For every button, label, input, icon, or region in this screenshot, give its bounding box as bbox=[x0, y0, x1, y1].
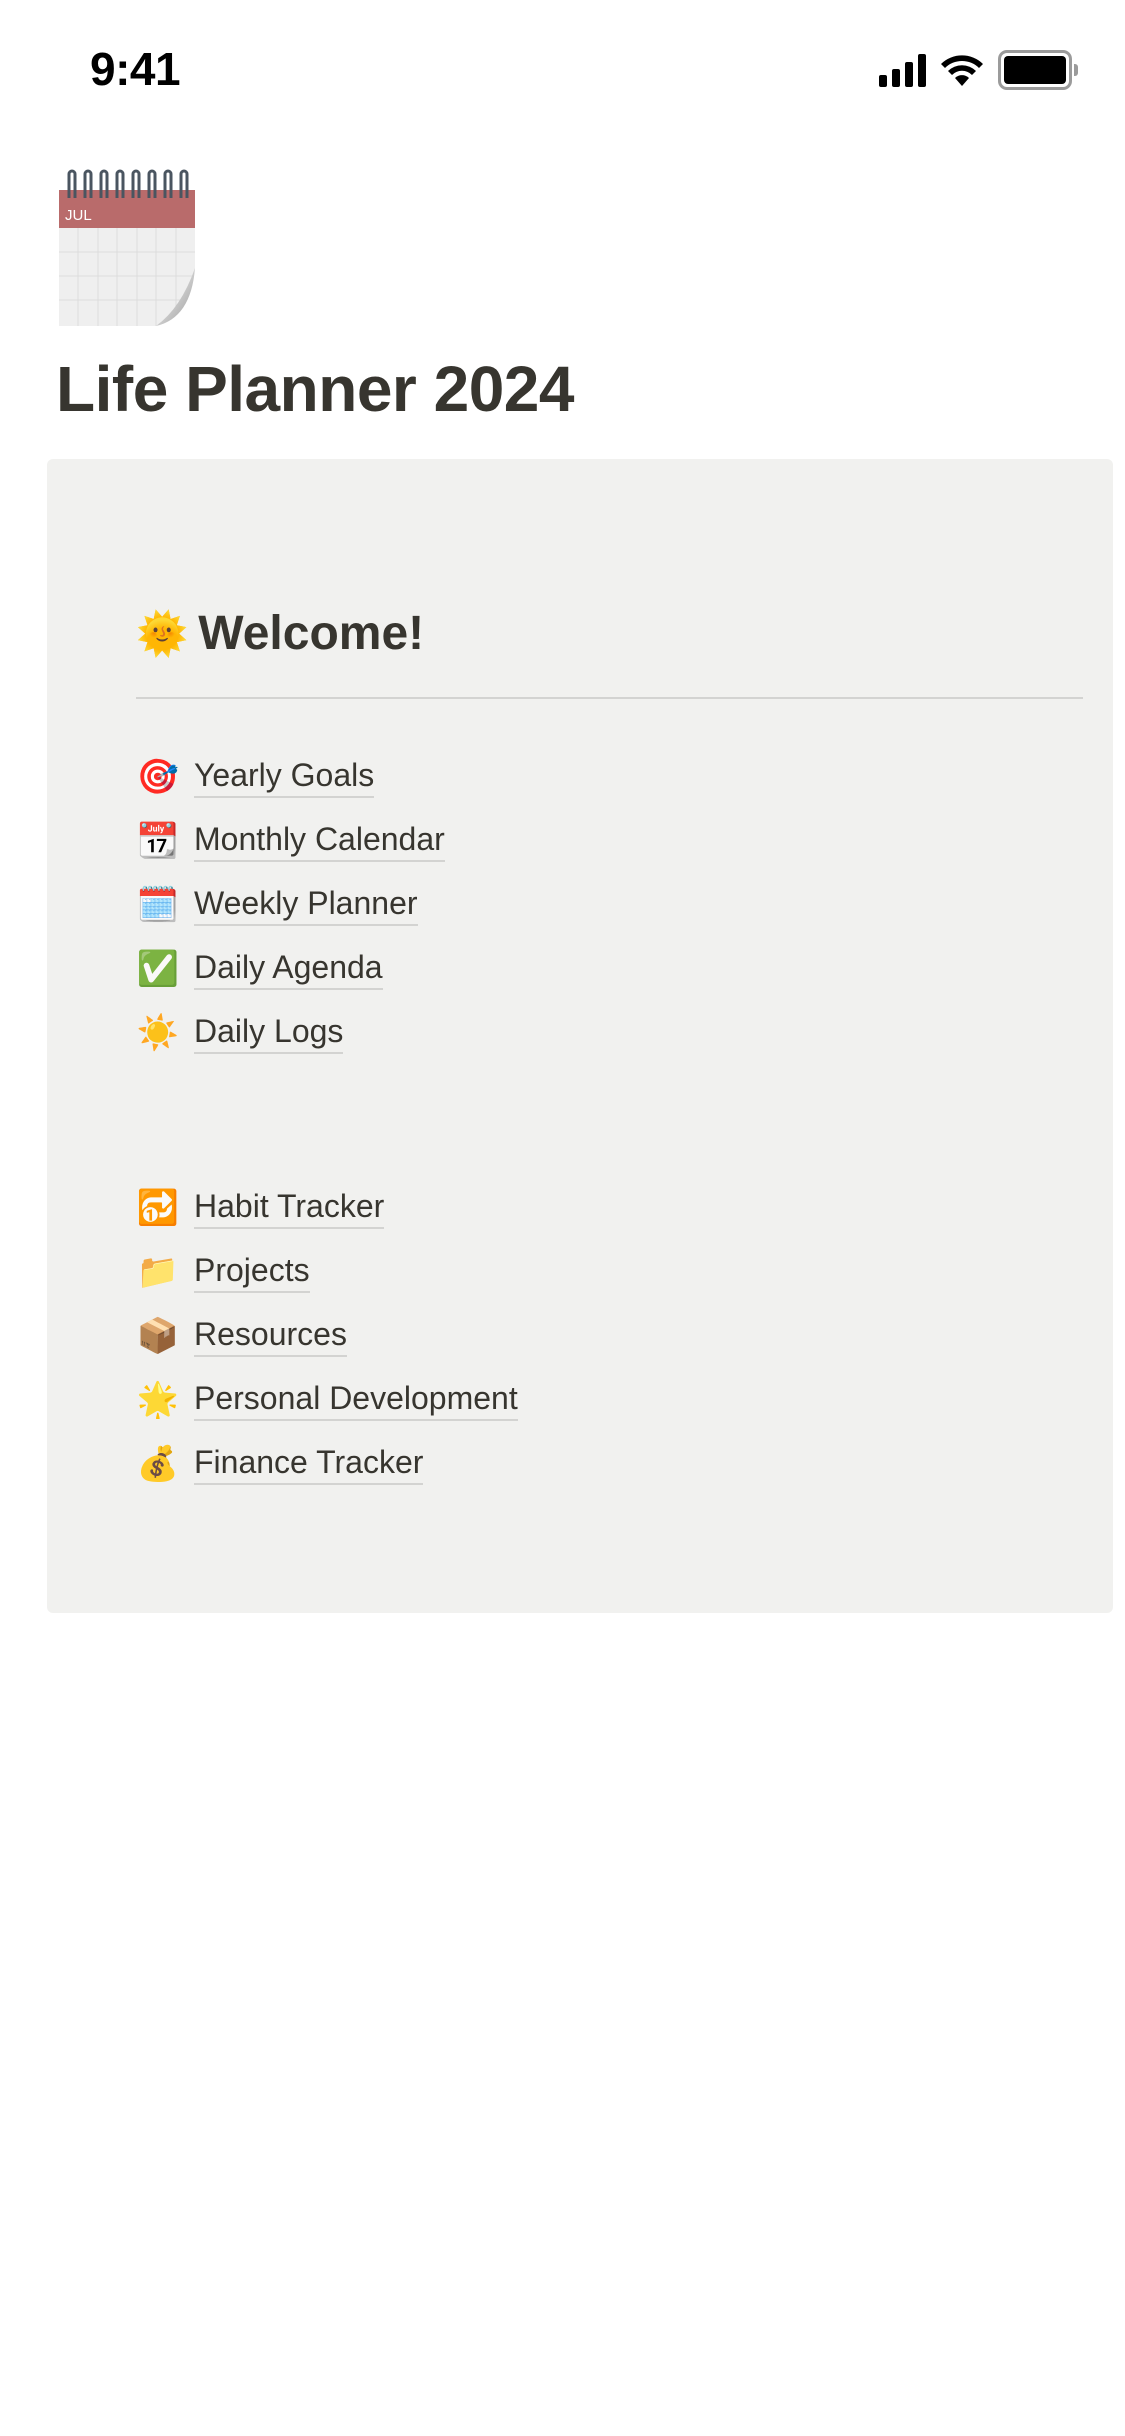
status-time: 9:41 bbox=[90, 43, 181, 95]
link-label[interactable]: Monthly Calendar bbox=[194, 821, 445, 862]
welcome-heading: 🌞 Welcome! bbox=[136, 606, 424, 661]
link-label[interactable]: Yearly Goals bbox=[194, 757, 375, 798]
page-title: Life Planner 2024 bbox=[56, 353, 574, 425]
repeat-single-icon: 🔂 bbox=[136, 1189, 180, 1227]
divider bbox=[136, 697, 1083, 699]
link-daily-agenda[interactable]: ✅ Daily Agenda bbox=[136, 937, 445, 1001]
battery-icon bbox=[998, 50, 1078, 90]
link-label[interactable]: Personal Development bbox=[194, 1380, 518, 1421]
planner-links-group: 🎯 Yearly Goals 📆 Monthly Calendar 🗓️ Wee… bbox=[136, 745, 445, 1065]
link-label[interactable]: Weekly Planner bbox=[194, 885, 418, 926]
sun-with-face-icon: 🌞 bbox=[136, 609, 189, 657]
welcome-heading-text: Welcome! bbox=[198, 607, 425, 660]
spiral-calendar-icon: 🗓️ bbox=[136, 886, 180, 924]
link-personal-development[interactable]: 🌟 Personal Development bbox=[136, 1368, 518, 1432]
tear-off-calendar-icon: 📆 bbox=[136, 822, 180, 860]
link-label[interactable]: Finance Tracker bbox=[194, 1444, 424, 1485]
sun-icon: ☀️ bbox=[136, 1014, 180, 1052]
money-bag-icon: 💰 bbox=[136, 1445, 180, 1483]
link-label[interactable]: Daily Logs bbox=[194, 1013, 344, 1054]
cellular-signal-icon bbox=[879, 53, 926, 87]
link-projects[interactable]: 📁 Projects bbox=[136, 1240, 518, 1304]
spiral-calendar-icon[interactable]: JUL bbox=[56, 168, 196, 326]
link-monthly-calendar[interactable]: 📆 Monthly Calendar bbox=[136, 809, 445, 873]
file-folder-icon: 📁 bbox=[136, 1253, 180, 1291]
link-label[interactable]: Projects bbox=[194, 1252, 310, 1293]
link-resources[interactable]: 📦 Resources bbox=[136, 1304, 518, 1368]
wifi-icon bbox=[941, 55, 983, 86]
link-label[interactable]: Resources bbox=[194, 1316, 347, 1357]
link-label[interactable]: Daily Agenda bbox=[194, 949, 383, 990]
glowing-star-icon: 🌟 bbox=[136, 1381, 180, 1419]
package-icon: 📦 bbox=[136, 1317, 180, 1355]
link-label[interactable]: Habit Tracker bbox=[194, 1188, 385, 1229]
svg-text:JUL: JUL bbox=[65, 207, 92, 224]
direct-hit-icon: 🎯 bbox=[136, 758, 180, 796]
check-mark-button-icon: ✅ bbox=[136, 950, 180, 988]
status-icons bbox=[879, 50, 1078, 90]
link-daily-logs[interactable]: ☀️ Daily Logs bbox=[136, 1001, 445, 1065]
status-bar: 9:41 bbox=[0, 0, 1125, 132]
tracker-links-group: 🔂 Habit Tracker 📁 Projects 📦 Resources 🌟… bbox=[136, 1176, 518, 1496]
link-weekly-planner[interactable]: 🗓️ Weekly Planner bbox=[136, 873, 445, 937]
link-yearly-goals[interactable]: 🎯 Yearly Goals bbox=[136, 745, 445, 809]
link-habit-tracker[interactable]: 🔂 Habit Tracker bbox=[136, 1176, 518, 1240]
link-finance-tracker[interactable]: 💰 Finance Tracker bbox=[136, 1432, 518, 1496]
